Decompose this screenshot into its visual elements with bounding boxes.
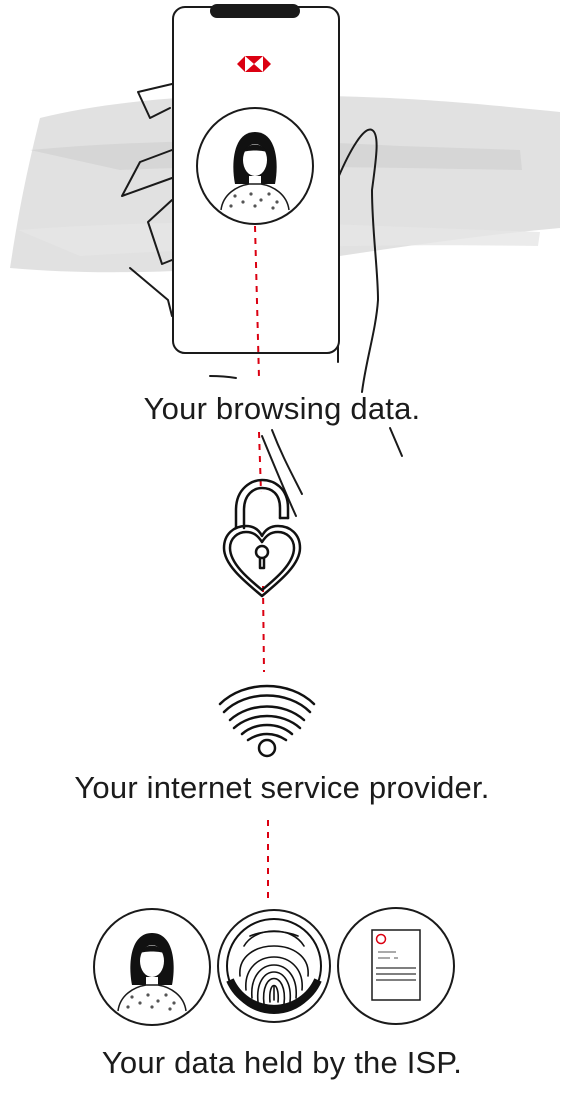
caption-browsing-data: Your browsing data. [143,391,421,426]
caption-internet-service-provider: Your internet service provider. [74,770,490,805]
fingerprint-icon [217,909,331,1023]
document-icon [337,907,455,1025]
person-avatar-icon [196,107,314,225]
caption-data-held-by-isp: Your data held by the ISP. [101,1045,463,1080]
person-avatar-icon [93,908,211,1026]
diagram-artwork [10,4,560,1026]
wifi-icon [218,684,316,758]
